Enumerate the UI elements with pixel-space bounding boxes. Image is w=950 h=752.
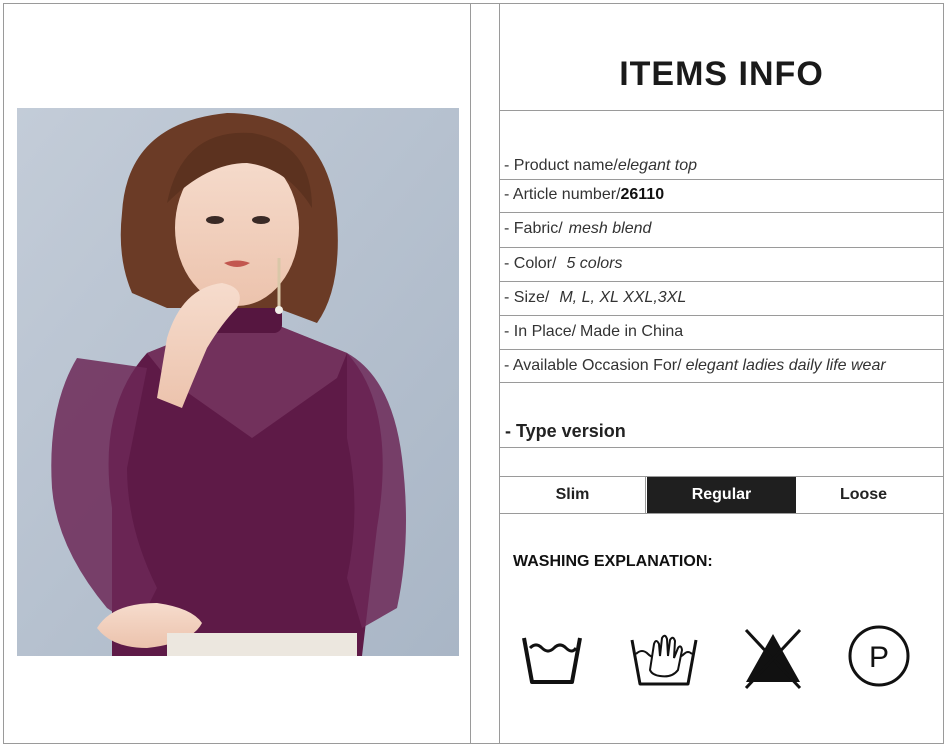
row-value: Made in China xyxy=(580,323,684,340)
row-label: - Size/ xyxy=(504,289,550,306)
washing-explanation-heading: WASHING EXPLANATION: xyxy=(513,553,713,570)
row-label: - Available Occasion For/ xyxy=(504,357,682,374)
dry-clean-p-icon: P xyxy=(848,625,910,687)
row-divider xyxy=(499,110,944,111)
column-divider xyxy=(499,3,500,744)
info-row-occasion: - Available Occasion For/elegant ladies … xyxy=(504,357,886,375)
row-divider xyxy=(499,349,944,350)
row-value: M, L, XL XXL,3XL xyxy=(559,289,687,306)
column-divider xyxy=(470,3,471,744)
page-title: ITEMS INFO xyxy=(619,55,824,93)
row-divider xyxy=(499,447,944,448)
row-value: elegant ladies daily life wear xyxy=(685,357,886,374)
row-label: - Product name/ xyxy=(504,157,618,174)
info-row-fabric: - Fabric/mesh blend xyxy=(504,220,651,238)
row-value: 5 colors xyxy=(566,255,623,272)
fit-option-slim[interactable]: Slim xyxy=(500,477,646,513)
row-divider xyxy=(499,281,944,282)
row-label: - Article number/ xyxy=(504,186,621,203)
row-value: 26110 xyxy=(620,186,665,203)
hand-wash-icon xyxy=(630,634,698,686)
row-divider xyxy=(499,179,944,180)
no-bleach-icon xyxy=(744,628,802,690)
info-row-color: - Color/5 colors xyxy=(504,255,622,273)
row-value: mesh blend xyxy=(568,220,652,237)
row-divider xyxy=(499,382,944,383)
row-divider xyxy=(499,513,944,514)
product-photo xyxy=(17,108,459,656)
row-label: - Color/ xyxy=(504,255,557,272)
wash-tub-icon xyxy=(522,637,582,684)
row-label: - Fabric/ xyxy=(504,220,563,237)
row-divider xyxy=(499,212,944,213)
dry-clean-letter: P xyxy=(869,641,889,674)
info-row-product-name: - Product name/elegant top xyxy=(504,157,697,175)
row-divider xyxy=(499,247,944,248)
info-row-article-number: - Article number/26110 xyxy=(504,186,664,204)
type-version-heading: - Type version xyxy=(505,421,626,441)
info-row-in-place: - In Place/Made in China xyxy=(504,323,683,341)
row-divider xyxy=(499,315,944,316)
info-row-size: - Size/M, L, XL XXL,3XL xyxy=(504,289,686,307)
row-label: - In Place/ xyxy=(504,323,577,340)
row-value: elegant top xyxy=(617,157,698,174)
fit-option-regular[interactable]: Regular xyxy=(647,477,796,513)
fit-option-loose[interactable]: Loose xyxy=(797,477,930,513)
